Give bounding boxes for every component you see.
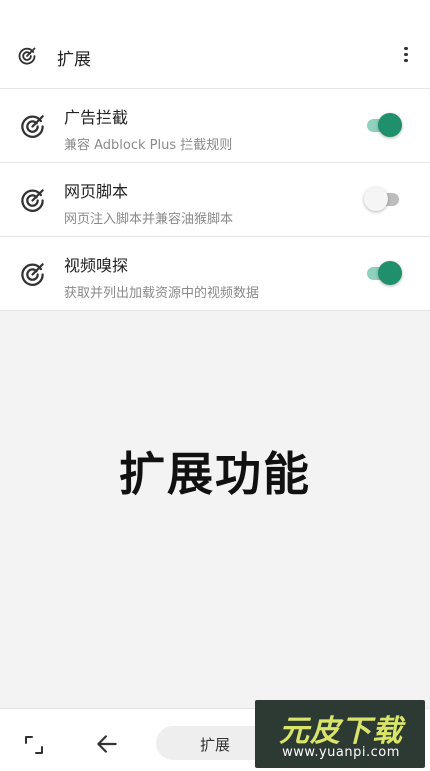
adblock-toggle[interactable] <box>364 113 402 137</box>
watermark-url: www.yuanpi.com <box>282 745 400 760</box>
extension-subtitle: 获取并列出加载资源中的视频数据 <box>64 286 260 301</box>
more-vert-icon[interactable] <box>396 44 416 66</box>
tabs-corner-icon[interactable] <box>22 733 46 757</box>
page-title: 扩展 <box>57 50 91 70</box>
userscript-toggle[interactable] <box>364 187 402 211</box>
watermark-logo: 元皮下载 www.yuanpi.com <box>255 700 425 768</box>
extension-title: 广告拦截 <box>64 108 129 127</box>
video-sniffer-toggle[interactable] <box>364 261 402 285</box>
extension-item-adblock[interactable]: 广告拦截 兼容 Adblock Plus 拦截规则 <box>0 89 430 163</box>
toggle-thumb <box>378 261 402 285</box>
extension-list: 广告拦截 兼容 Adblock Plus 拦截规则 网页脚本 网页注入脚本并兼容… <box>0 89 430 311</box>
extension-title: 网页脚本 <box>64 182 129 201</box>
extension-title: 视频嗅探 <box>64 256 129 275</box>
extension-subtitle: 兼容 Adblock Plus 拦截规则 <box>64 138 233 153</box>
address-bar-text: 扩展 <box>200 736 231 754</box>
toggle-thumb <box>364 187 388 211</box>
app-bar: 扩展 <box>0 0 430 89</box>
feature-title: 扩展功能 <box>119 447 311 501</box>
watermark-name: 元皮下载 <box>279 714 403 749</box>
extension-subtitle: 网页注入脚本并兼容油猴脚本 <box>64 212 234 227</box>
target-check-icon <box>18 47 36 65</box>
target-check-icon <box>21 263 44 286</box>
arrow-left-icon[interactable] <box>94 731 120 757</box>
target-check-icon <box>21 189 44 212</box>
extension-item-video-sniffer[interactable]: 视频嗅探 获取并列出加载资源中的视频数据 <box>0 237 430 311</box>
toggle-thumb <box>378 113 402 137</box>
extension-item-userscript[interactable]: 网页脚本 网页注入脚本并兼容油猴脚本 <box>0 163 430 237</box>
target-check-icon <box>21 115 44 138</box>
